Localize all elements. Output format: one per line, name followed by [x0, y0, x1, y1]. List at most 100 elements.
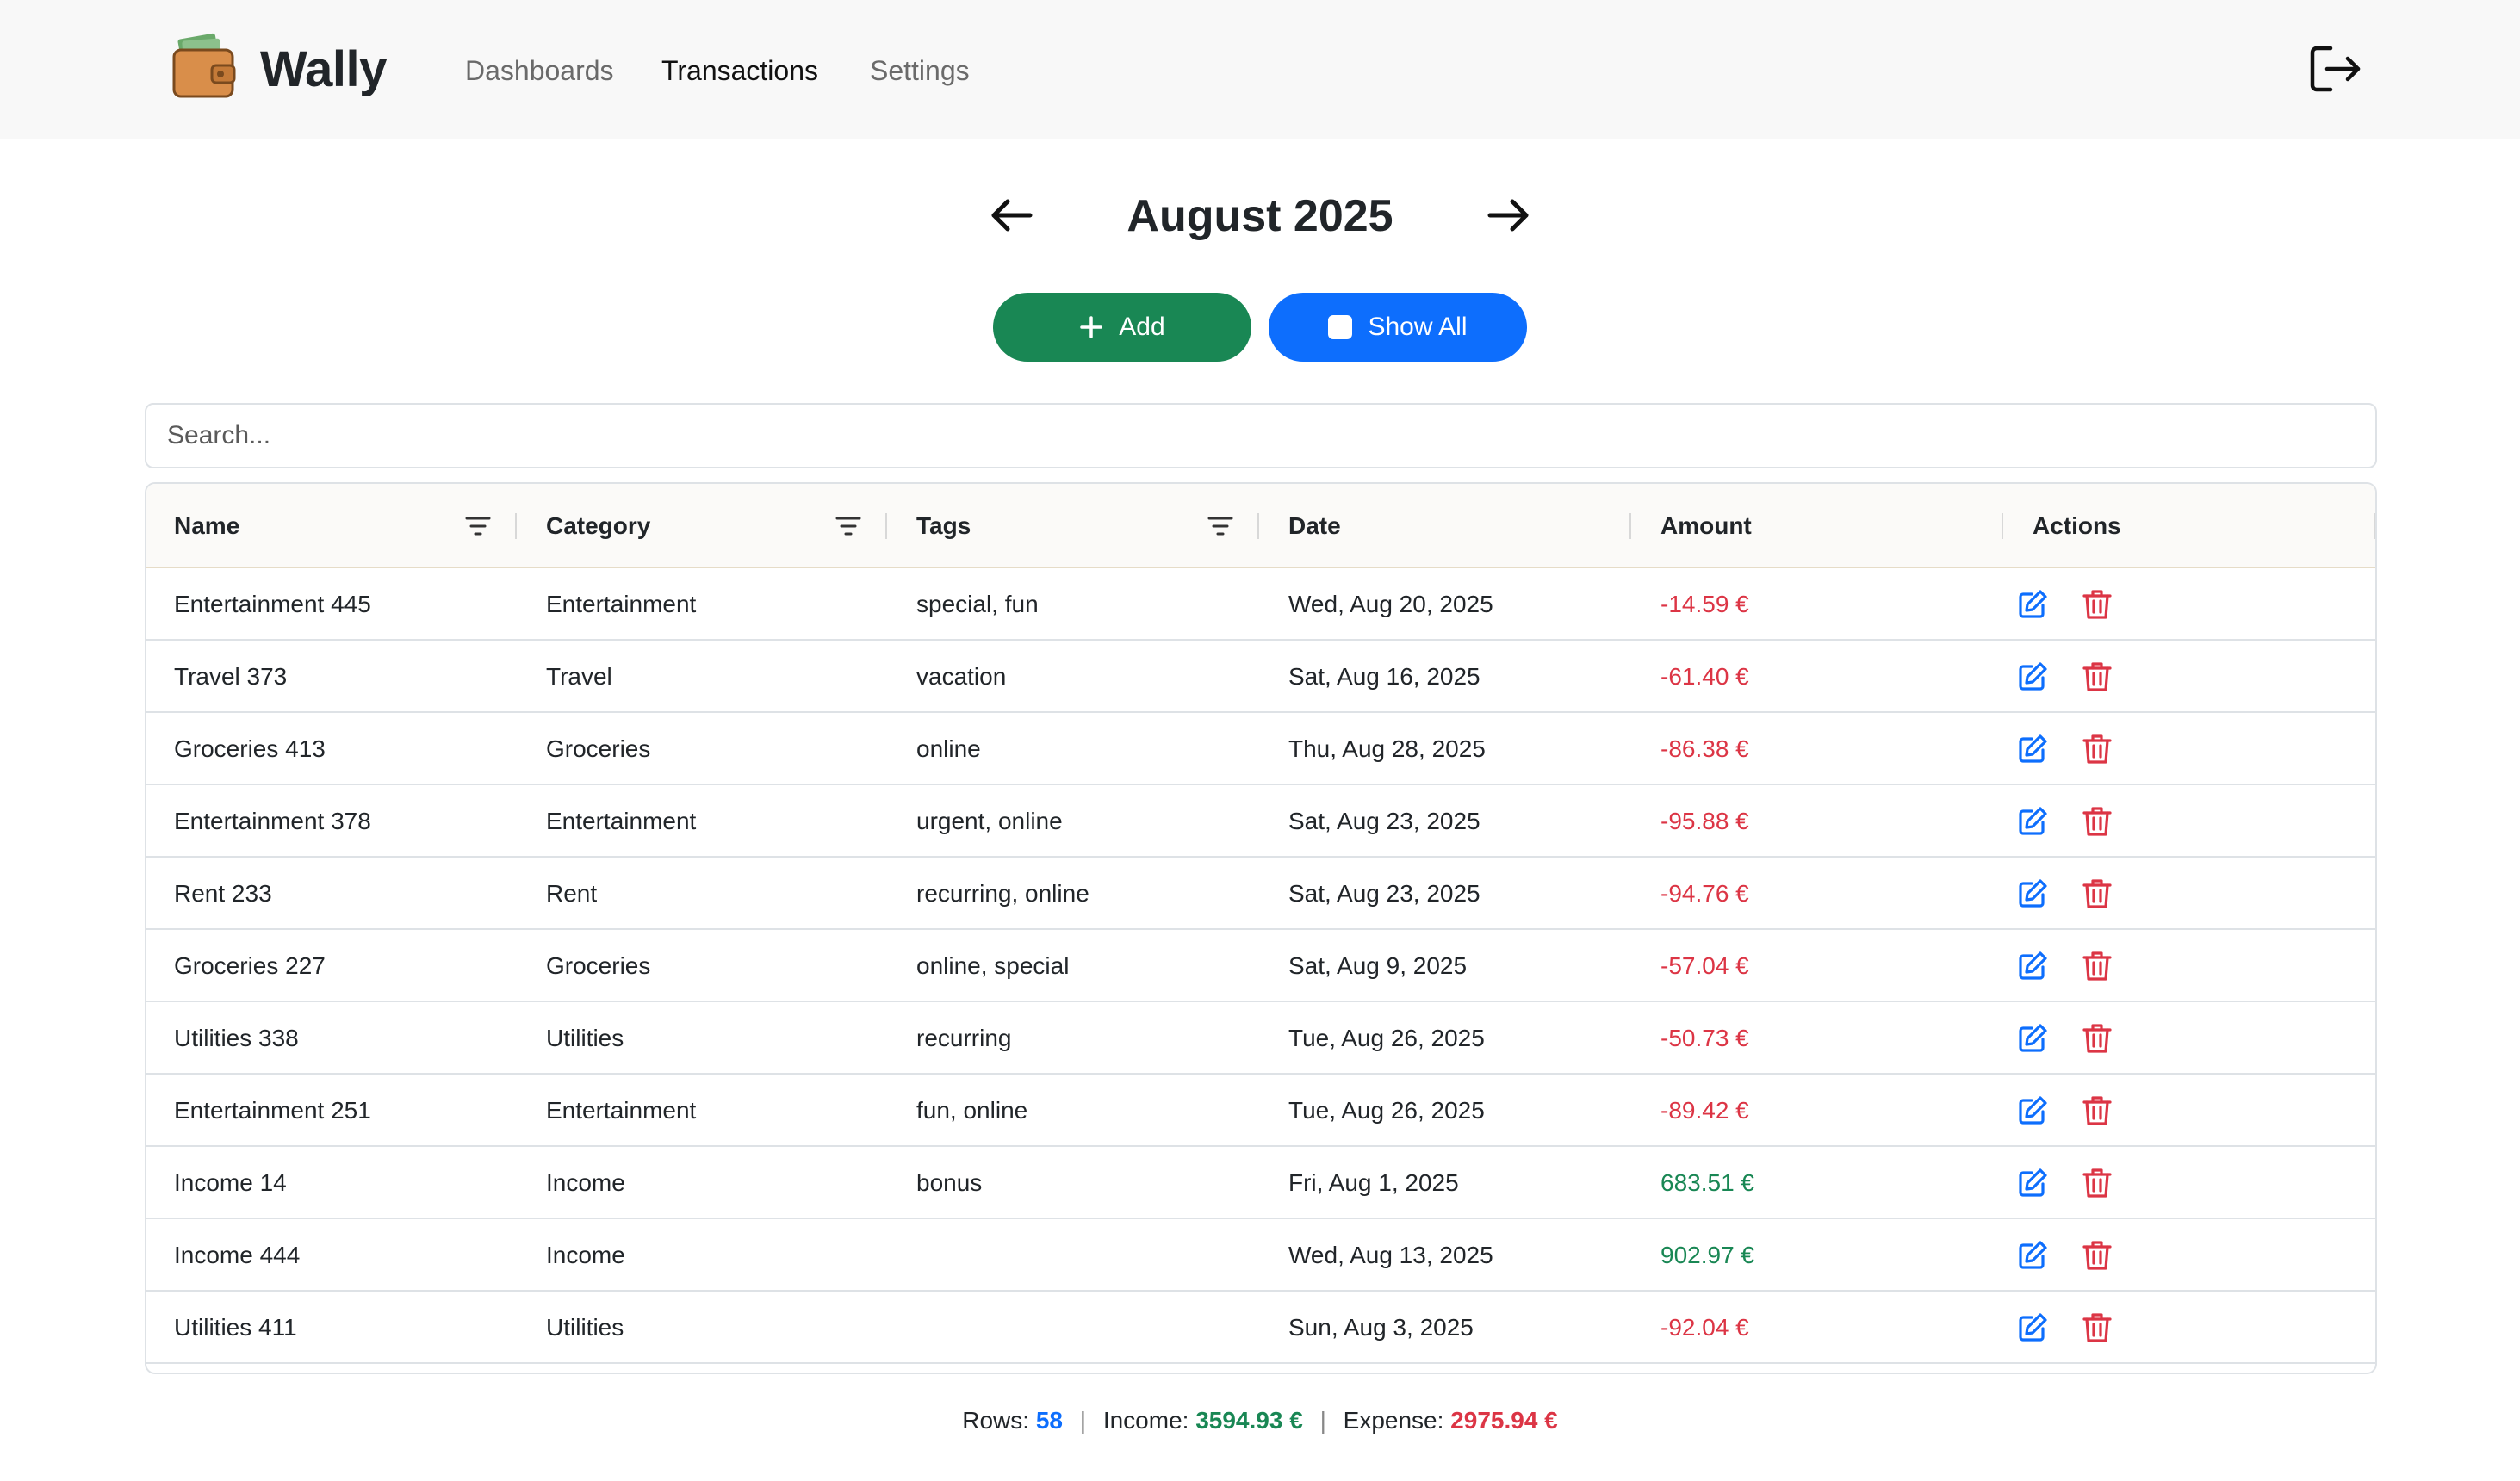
- month-title: August 2025: [1127, 191, 1393, 241]
- cell-tags: vacation: [916, 663, 1007, 690]
- cell-name: Travel 373: [174, 663, 288, 690]
- cell-name: Entertainment 251: [174, 1097, 371, 1124]
- table-row[interactable]: Income 14 Income bonus Fri, Aug 1, 2025 683.…: [146, 1147, 2375, 1219]
- table-row[interactable]: Groceries 413 Groceries online Thu, Aug 28,…: [146, 713, 2375, 785]
- income-total: 3594.93 €: [1195, 1407, 1303, 1434]
- column-divider: [1257, 513, 1259, 539]
- cell-category: Travel: [546, 663, 612, 690]
- trash-icon[interactable]: [2082, 589, 2112, 620]
- cell-amount: -94.76 €: [1660, 880, 1749, 907]
- cell-category: Income: [546, 1242, 625, 1268]
- edit-icon[interactable]: [2017, 1168, 2048, 1199]
- logout-icon[interactable]: [2310, 45, 2362, 93]
- cell-name: Entertainment 378: [174, 808, 371, 834]
- expense-label: Expense:: [1343, 1407, 1444, 1434]
- cell-amount: 683.51 €: [1660, 1169, 1754, 1196]
- trash-icon[interactable]: [2082, 1240, 2112, 1271]
- cell-tags: urgent, online: [916, 808, 1063, 834]
- edit-icon[interactable]: [2017, 661, 2048, 692]
- filter-icon[interactable]: [1207, 515, 1233, 537]
- cell-name: Income 14: [174, 1169, 287, 1196]
- trash-icon[interactable]: [2082, 951, 2112, 982]
- table-row[interactable]: Entertainment 445 Entertainment special, f…: [146, 568, 2375, 641]
- column-divider: [1629, 513, 1631, 539]
- trash-icon[interactable]: [2082, 806, 2112, 837]
- nav-settings[interactable]: Settings: [870, 53, 970, 88]
- table-row[interactable]: Rent 233 Rent recurring, online Sat, Aug 23…: [146, 858, 2375, 930]
- cell-tags: recurring, online: [916, 880, 1089, 907]
- trash-icon[interactable]: [2082, 878, 2112, 909]
- wallet-icon[interactable]: [172, 31, 238, 100]
- brand-name[interactable]: Wally: [260, 40, 387, 99]
- table-row[interactable]: Travel 373 Travel vacation Sat, Aug 16, 202…: [146, 641, 2375, 713]
- arrow-right-icon[interactable]: [1487, 193, 1531, 238]
- trash-icon[interactable]: [2082, 1095, 2112, 1126]
- summary-divider: |: [1319, 1407, 1326, 1434]
- cell-category: Income: [546, 1169, 625, 1196]
- column-divider: [2002, 513, 2003, 539]
- add-button[interactable]: Add: [993, 293, 1251, 362]
- edit-icon[interactable]: [2017, 951, 2048, 982]
- column-header-amount[interactable]: Amount: [1660, 484, 1752, 568]
- column-divider: [515, 513, 517, 539]
- search-input[interactable]: [145, 403, 2377, 468]
- edit-icon[interactable]: [2017, 1095, 2048, 1126]
- trash-icon[interactable]: [2082, 734, 2112, 765]
- cell-amount: -86.38 €: [1660, 735, 1749, 762]
- filter-icon[interactable]: [835, 515, 861, 537]
- column-divider: [2374, 513, 2375, 539]
- trash-icon[interactable]: [2082, 1023, 2112, 1054]
- cell-amount: -61.40 €: [1660, 663, 1749, 690]
- table-row[interactable]: Entertainment 251 Entertainment fun, onlin…: [146, 1075, 2375, 1147]
- cell-date: Wed, Aug 13, 2025: [1288, 1242, 1493, 1268]
- summary-bar: Rows: 58 | Income: 3594.93 € | Expense: …: [0, 1404, 2520, 1438]
- cell-date: Tue, Aug 26, 2025: [1288, 1025, 1485, 1051]
- column-header-name[interactable]: Name: [174, 484, 239, 568]
- table-row[interactable]: Utilities 411 Utilities Sun, Aug 3, 2025 -9…: [146, 1292, 2375, 1364]
- nav-dashboards[interactable]: Dashboards: [465, 53, 614, 88]
- table-row[interactable]: Income 444 Income Wed, Aug 13, 2025 902.97 …: [146, 1219, 2375, 1292]
- cell-category: Entertainment: [546, 1097, 697, 1124]
- cell-tags: recurring: [916, 1025, 1012, 1051]
- edit-icon[interactable]: [2017, 1023, 2048, 1054]
- cell-category: Entertainment: [546, 591, 697, 617]
- table-row[interactable]: Utilities 338 Utilities recurring Tue, Aug …: [146, 1002, 2375, 1075]
- column-header-date[interactable]: Date: [1288, 484, 1341, 568]
- cell-date: Sat, Aug 9, 2025: [1288, 952, 1468, 979]
- transactions-table: Name Category Tags Date Amount Actions E…: [145, 482, 2377, 1374]
- column-header-tags[interactable]: Tags: [916, 484, 971, 568]
- rows-count: 58: [1035, 1407, 1063, 1434]
- cell-name: Utilities 411: [174, 1314, 297, 1341]
- navbar: Wally Dashboards Transactions Settings: [0, 0, 2520, 139]
- nav-transactions[interactable]: Transactions: [661, 53, 818, 88]
- edit-icon[interactable]: [2017, 878, 2048, 909]
- cell-amount: -89.42 €: [1660, 1097, 1749, 1124]
- edit-icon[interactable]: [2017, 806, 2048, 837]
- edit-icon[interactable]: [2017, 734, 2048, 765]
- cell-tags: special, fun: [916, 591, 1039, 617]
- cell-date: Fri, Aug 1, 2025: [1288, 1169, 1459, 1196]
- edit-icon[interactable]: [2017, 1240, 2048, 1271]
- trash-icon[interactable]: [2082, 661, 2112, 692]
- trash-icon[interactable]: [2082, 1168, 2112, 1199]
- filter-icon[interactable]: [465, 515, 491, 537]
- arrow-left-icon[interactable]: [989, 193, 1033, 238]
- cell-name: Groceries 413: [174, 735, 326, 762]
- edit-icon[interactable]: [2017, 1312, 2048, 1343]
- cell-name: Groceries 227: [174, 952, 326, 979]
- edit-icon[interactable]: [2017, 589, 2048, 620]
- trash-icon[interactable]: [2082, 1312, 2112, 1343]
- table-row[interactable]: Groceries 227 Groceries online, special Sat…: [146, 930, 2375, 1002]
- cell-amount: -57.04 €: [1660, 952, 1749, 979]
- income-label: Income:: [1102, 1407, 1189, 1434]
- cell-amount: 902.97 €: [1660, 1242, 1754, 1268]
- show-all-checkbox[interactable]: [1328, 315, 1353, 339]
- plus-icon: [1080, 316, 1103, 338]
- show-all-toggle[interactable]: Show All: [1269, 293, 1527, 362]
- column-header-category[interactable]: Category: [546, 484, 650, 568]
- cell-category: Utilities: [546, 1025, 624, 1051]
- table-row[interactable]: Entertainment 378 Entertainment urgent, on…: [146, 785, 2375, 858]
- cell-date: Thu, Aug 28, 2025: [1288, 735, 1486, 762]
- rows-label: Rows:: [962, 1407, 1030, 1434]
- cell-amount: -50.73 €: [1660, 1025, 1749, 1051]
